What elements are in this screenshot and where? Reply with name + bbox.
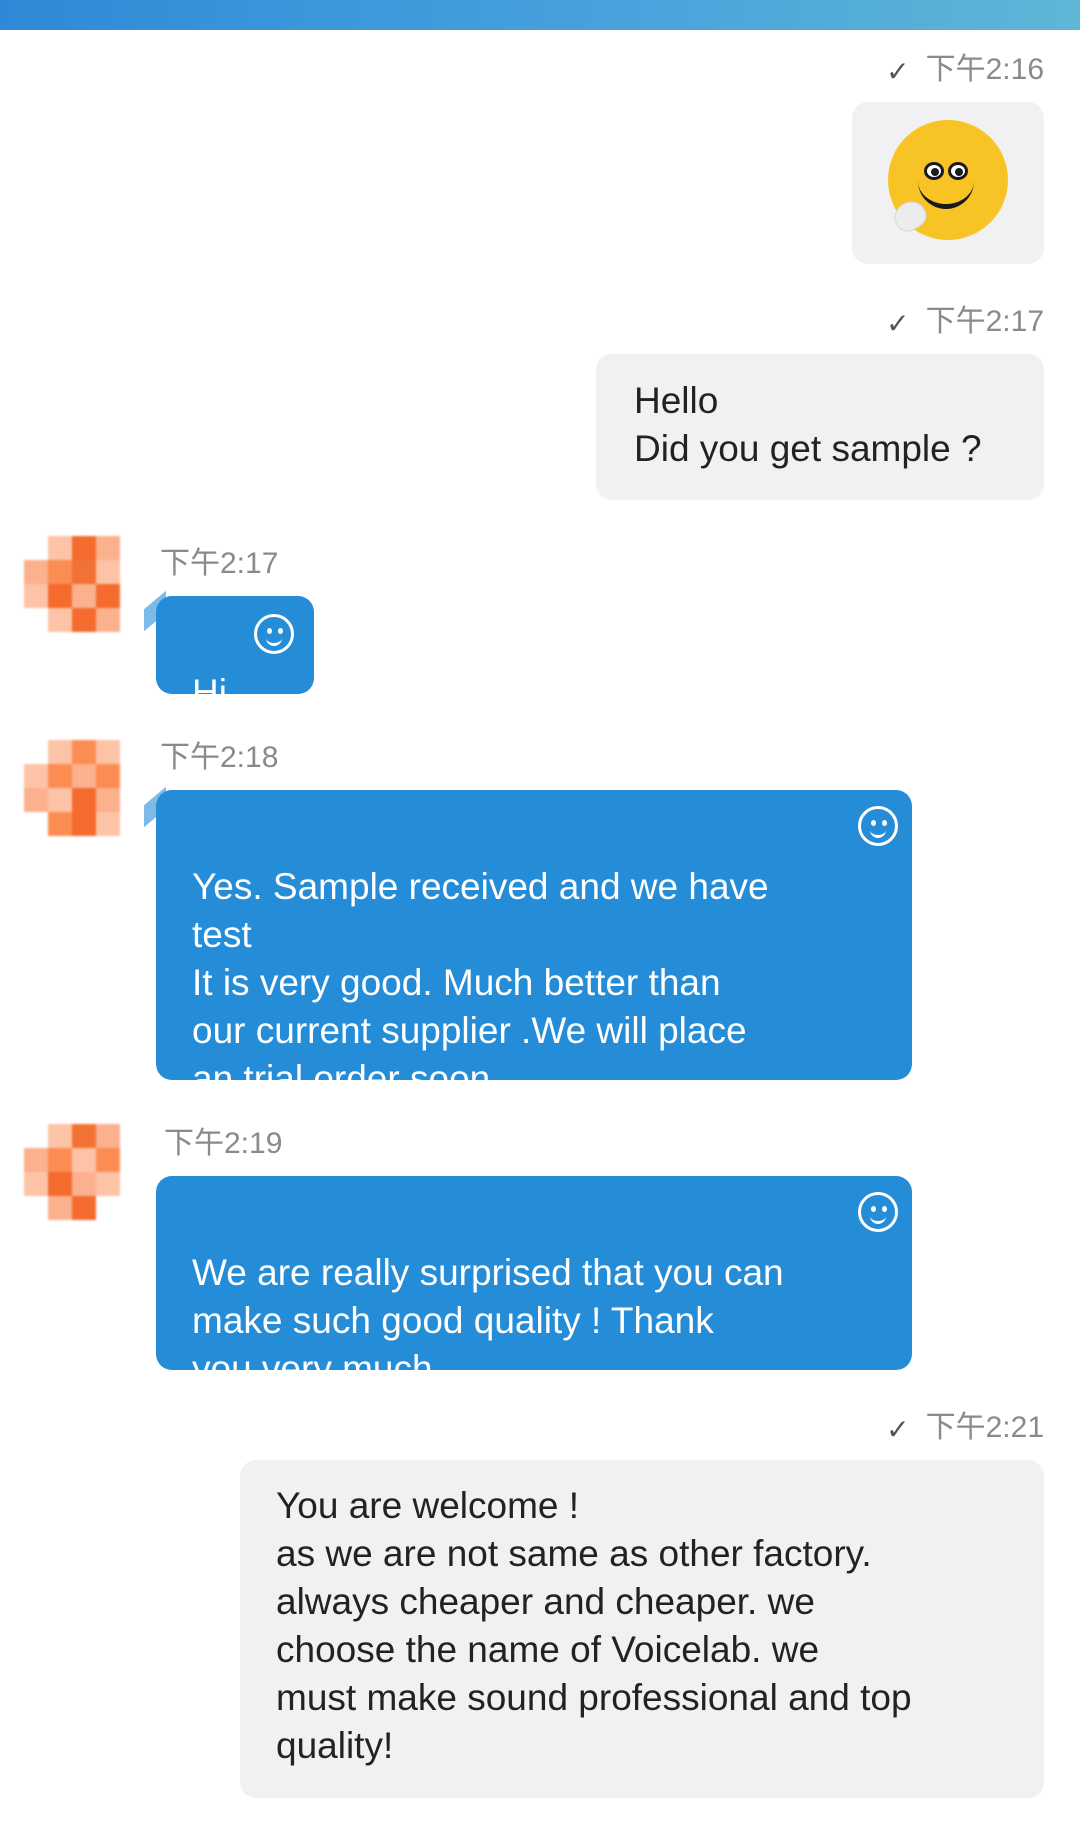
smiley-face-sticker [888,120,1008,240]
message-timestamp: 下午2:18 [160,741,279,774]
smile-icon[interactable] [254,614,294,654]
incoming-message[interactable]: Yes. Sample received and we have test It… [156,790,912,1099]
check-icon: ✓ [886,1414,910,1445]
avatar[interactable] [24,1124,142,1242]
message-text: Yes. Sample received and we have test It… [192,866,769,1099]
message-text: Hi [192,672,227,713]
smile-icon[interactable] [858,1192,898,1232]
avatar[interactable] [24,536,142,654]
sticker-message[interactable] [852,102,1044,264]
message-text: We are really surprised that you can mak… [192,1252,784,1389]
message-timestamp: 下午2:19 [164,1127,283,1160]
outgoing-message[interactable]: Hello Did you get sample ? [596,354,1044,500]
message-timestamp: ✓ 下午2:17 [886,304,1044,342]
message-timestamp: 下午2:17 [160,547,279,580]
header-bar [0,0,1080,30]
outgoing-message[interactable]: You are welcome ! as we are not same as … [240,1460,1044,1798]
avatar[interactable] [24,740,142,858]
chat-screen: ✓ 下午2:16 ✓ 下午2:17 Hello Did you get sample… [0,0,1080,1824]
check-icon: ✓ [886,308,910,339]
smile-icon[interactable] [858,806,898,846]
incoming-message[interactable]: Hi [156,596,314,713]
check-icon: ✓ [886,56,910,87]
incoming-message[interactable]: We are really surprised that you can mak… [156,1176,912,1389]
message-timestamp: ✓ 下午2:21 [886,1410,1044,1448]
message-timestamp: ✓ 下午2:16 [886,52,1044,90]
